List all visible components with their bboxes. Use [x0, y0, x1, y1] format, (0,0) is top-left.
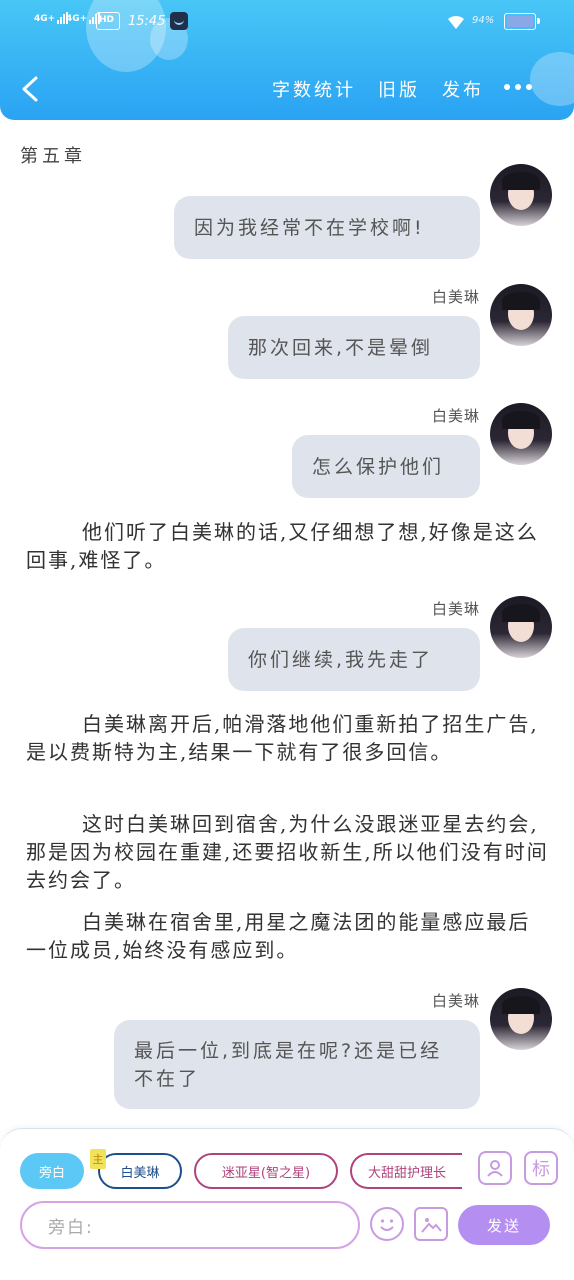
- publish-button[interactable]: 发布: [442, 76, 484, 102]
- app-notification-icon: [170, 12, 188, 30]
- speaker-name: 白美琳: [431, 600, 480, 618]
- avatar[interactable]: [490, 164, 552, 226]
- narration-paragraph[interactable]: 他们听了白美琳的话,又仔细想了想,好像是这么回事,难怪了。: [26, 518, 550, 574]
- network-type-1: 4G+: [34, 14, 56, 24]
- back-arrow-icon[interactable]: [18, 74, 44, 104]
- narration-paragraph[interactable]: 白美琳离开后,帕滑落地他们重新拍了招生广告,是以费斯特为主,结果一下就有了很多回…: [26, 710, 550, 766]
- tag-icon[interactable]: 标: [524, 1151, 558, 1185]
- role-chip-narrator[interactable]: 旁白: [20, 1153, 84, 1189]
- character-manage-icon[interactable]: [478, 1151, 512, 1185]
- main-role-badge: 主: [90, 1149, 106, 1169]
- send-button[interactable]: 发送: [458, 1205, 550, 1245]
- avatar[interactable]: [490, 988, 552, 1050]
- role-chip-datiantian[interactable]: 大甜甜护理长: [350, 1153, 462, 1189]
- battery-icon: [504, 13, 540, 30]
- message-bubble[interactable]: 因为我经常不在学校啊!: [174, 196, 480, 259]
- message-bubble[interactable]: 那次回来,不是晕倒: [228, 316, 480, 379]
- composer-panel: 旁白 白美琳 主 迷亚星(智之星) 大甜甜护理长 标 旁白: 发送: [0, 1128, 574, 1280]
- header-decoration: [530, 52, 574, 106]
- avatar[interactable]: [490, 596, 552, 658]
- hd-voice-badge: HD: [96, 12, 120, 30]
- app-header: 4G+ 4G+ HD 15:45 94% 字数统计 旧版 发布: [0, 0, 574, 120]
- avatar[interactable]: [490, 284, 552, 346]
- emoji-icon[interactable]: [370, 1207, 404, 1241]
- image-icon[interactable]: [414, 1207, 448, 1241]
- signal-1: 4G+: [34, 12, 69, 24]
- wifi-icon: [448, 15, 464, 29]
- role-chip-bai-meilin[interactable]: 白美琳: [98, 1153, 182, 1189]
- role-chip-mi-yaxing[interactable]: 迷亚星(智之星): [194, 1153, 338, 1189]
- avatar[interactable]: [490, 403, 552, 465]
- message-bubble[interactable]: 怎么保护他们: [292, 435, 480, 498]
- chapter-title: 第五章: [20, 146, 86, 167]
- header-actions: 字数统计 旧版 发布: [272, 76, 484, 102]
- speaker-name: 白美琳: [431, 992, 480, 1010]
- status-bar: 4G+ 4G+ HD 15:45 94%: [0, 8, 574, 36]
- narration-paragraph[interactable]: 这时白美琳回到宿舍,为什么没跟迷亚星去约会,那是因为校园在重建,还要招收新生,所…: [26, 810, 550, 894]
- more-menu-icon[interactable]: [504, 84, 532, 90]
- old-version-button[interactable]: 旧版: [378, 76, 420, 102]
- battery-percent: 94%: [472, 15, 495, 26]
- word-count-button[interactable]: 字数统计: [272, 76, 356, 102]
- speaker-name: 白美琳: [431, 407, 480, 425]
- narration-paragraph[interactable]: 白美琳在宿舍里,用星之魔法团的能量感应最后一位成员,始终没有感应到。: [26, 908, 550, 964]
- speaker-name: 白美琳: [431, 288, 480, 306]
- message-input[interactable]: 旁白:: [20, 1201, 360, 1249]
- network-type-2: 4G+: [66, 14, 88, 24]
- message-bubble[interactable]: 最后一位,到底是在呢?还是已经不在了: [114, 1020, 480, 1109]
- status-time: 15:45: [128, 14, 166, 29]
- message-bubble[interactable]: 你们继续,我先走了: [228, 628, 480, 691]
